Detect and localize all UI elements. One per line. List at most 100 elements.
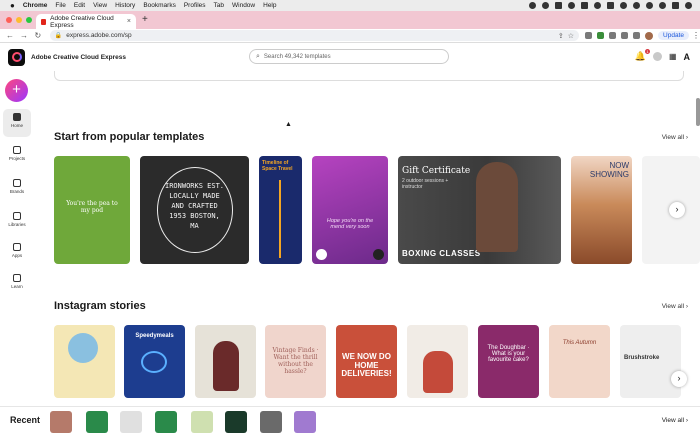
recent-thumbnail[interactable] <box>225 411 247 433</box>
browser-tab[interactable]: Adobe Creative Cloud Express × <box>36 14 136 29</box>
rail-item-brands[interactable]: Brands <box>3 175 31 203</box>
reload-icon[interactable]: ↻ <box>34 31 42 40</box>
story-card-1[interactable] <box>54 325 115 398</box>
rail-item-libraries[interactable]: Libraries <box>3 208 31 236</box>
close-tab-icon[interactable]: × <box>127 18 131 25</box>
rail-item-home[interactable]: Home <box>3 109 31 137</box>
lock-icon[interactable]: 🔒 <box>55 32 62 39</box>
dropbox-icon[interactable] <box>555 2 562 9</box>
template-card-ironworks[interactable]: IRONWORKS EST. LOCALLY MADE AND CRAFTED … <box>140 156 249 264</box>
address-bar[interactable]: 🔒 express.adobe.com/sp ⇪ ☆ <box>49 30 580 41</box>
menu-edit[interactable]: Edit <box>74 2 85 9</box>
control-center-icon[interactable] <box>672 2 679 9</box>
story-text: Speedymeals <box>135 333 174 339</box>
rail-item-projects[interactable]: Projects <box>3 142 31 170</box>
menu-bookmarks[interactable]: Bookmarks <box>143 2 176 9</box>
story-card-3[interactable] <box>195 325 256 398</box>
siri-icon[interactable] <box>685 2 692 9</box>
extension-icon[interactable] <box>585 32 593 39</box>
template-card-pea[interactable]: You're the pea to my pod <box>54 156 130 264</box>
template-search-input[interactable]: ⌕ Search 49,342 templates <box>249 49 449 64</box>
apps-grid-icon[interactable]: ▦ <box>669 52 677 61</box>
recent-thumbnail[interactable] <box>120 411 142 433</box>
story-card-autumn[interactable]: This Autumn <box>549 325 610 398</box>
user-avatar[interactable] <box>652 52 662 61</box>
close-window-button[interactable] <box>6 17 12 23</box>
play-icon[interactable] <box>316 249 327 260</box>
record-icon[interactable] <box>529 2 536 9</box>
boxer-figure <box>476 162 518 252</box>
menu-tab[interactable]: Tab <box>214 2 224 9</box>
menu-profiles[interactable]: Profiles <box>184 2 206 9</box>
story-card-vintage-finds[interactable]: Vintage Finds · Want the thrill without … <box>265 325 326 398</box>
search-icon[interactable] <box>659 2 666 9</box>
battery-icon[interactable] <box>607 2 614 9</box>
rail-item-apps[interactable]: Apps <box>3 239 31 267</box>
recent-thumbnail[interactable] <box>50 411 72 433</box>
update-button[interactable]: Update <box>658 31 689 40</box>
story-card-speedymeals[interactable]: Speedymeals <box>124 325 185 398</box>
template-card-get-well[interactable]: Hope you're on the mend very soon <box>312 156 388 264</box>
story-card-deliveries[interactable]: WE NOW DO HOME DELIVERIES! <box>336 325 397 398</box>
story-card-6[interactable] <box>407 325 468 398</box>
recent-thumbnail[interactable] <box>294 411 316 433</box>
recent-thumbnail[interactable] <box>260 411 282 433</box>
minimize-window-button[interactable] <box>16 17 22 23</box>
bookmark-star-icon[interactable]: ☆ <box>568 32 574 40</box>
instagram-next-button[interactable]: › <box>671 371 687 387</box>
template-card-timeline[interactable]: Timeline of Space Travel <box>259 156 302 264</box>
camera-icon[interactable] <box>542 2 549 9</box>
menu-view[interactable]: View <box>93 2 107 9</box>
premium-crown-icon[interactable] <box>373 249 384 260</box>
cloud-icon[interactable] <box>594 2 601 9</box>
template-card-gift-certificate[interactable]: Gift Certificate 2 outdoor sessions + in… <box>398 156 561 264</box>
menu-app-name[interactable]: Chrome <box>23 2 48 9</box>
menu-help[interactable]: Help <box>263 2 276 9</box>
story-card-brushstroke[interactable]: Brushstroke <box>620 325 681 398</box>
url-text: express.adobe.com/sp <box>66 32 132 39</box>
recent-thumbnail[interactable] <box>86 411 108 433</box>
extension-calendar-icon[interactable] <box>609 32 617 39</box>
bluetooth-icon[interactable] <box>633 2 640 9</box>
sidebar-icon[interactable] <box>633 32 641 39</box>
apple-icon[interactable]: ● <box>10 1 15 10</box>
learn-icon <box>13 274 21 282</box>
story-card-doughbar[interactable]: The Doughbar · What is your favourite ca… <box>478 325 539 398</box>
notifications-bell-icon[interactable]: 🔔 1 <box>635 49 650 62</box>
wifi-icon[interactable] <box>646 2 653 9</box>
popular-next-button[interactable]: › <box>669 202 685 218</box>
rail-label: Learn <box>11 284 23 289</box>
menu-window[interactable]: Window <box>232 2 255 9</box>
create-new-button[interactable]: + <box>5 79 28 102</box>
more-menu-icon[interactable]: ⋮ <box>692 31 700 40</box>
shield-icon[interactable] <box>568 2 575 9</box>
story-text: Brushstroke <box>624 355 660 361</box>
back-icon[interactable]: ← <box>6 31 14 40</box>
browser-toolbar: ← → ↻ 🔒 express.adobe.com/sp ⇪ ☆ Update … <box>0 29 700 43</box>
extension-green-icon[interactable] <box>597 32 605 39</box>
template-card-now-showing[interactable]: NOW SHOWING <box>571 156 632 264</box>
recent-view-all-link[interactable]: View all › <box>662 417 688 424</box>
volume-icon[interactable] <box>620 2 627 9</box>
puzzle-icon[interactable] <box>621 32 629 39</box>
timeline-line <box>279 180 281 258</box>
maximize-window-button[interactable] <box>26 17 32 23</box>
app-brand[interactable]: Adobe Creative Cloud Express <box>31 54 126 61</box>
instagram-view-all-link[interactable]: View all › <box>662 303 688 310</box>
projects-icon <box>13 146 21 154</box>
menu-history[interactable]: History <box>115 2 135 9</box>
new-tab-button[interactable]: + <box>142 14 148 25</box>
share-icon[interactable]: ⇪ <box>558 32 564 40</box>
adobe-logo-icon[interactable]: A <box>684 52 691 62</box>
address-bar-tools: ⇪ ☆ <box>558 32 574 40</box>
rail-item-learn[interactable]: Learn <box>3 270 31 298</box>
page-scrollbar[interactable] <box>696 98 700 126</box>
profile-avatar[interactable] <box>645 31 654 40</box>
cc-express-logo-icon[interactable] <box>8 48 25 66</box>
menu-file[interactable]: File <box>55 2 65 9</box>
popular-view-all-link[interactable]: View all › <box>662 134 688 141</box>
recent-thumbnail[interactable] <box>155 411 177 433</box>
recent-thumbnail[interactable] <box>191 411 213 433</box>
screen-icon[interactable] <box>581 2 588 9</box>
forward-icon[interactable]: → <box>20 31 28 40</box>
